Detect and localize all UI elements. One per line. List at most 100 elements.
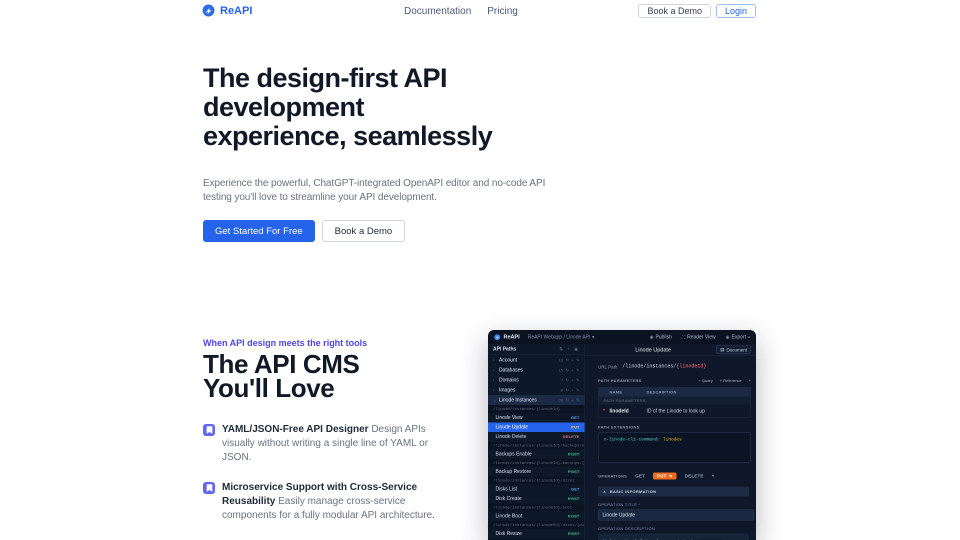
plus-icon: + — [571, 358, 573, 363]
chevron-right-icon: › — [493, 378, 497, 383]
hero-title: The design-first API development experie… — [203, 64, 492, 151]
folder-linode-instances: ⌄ Linode Instances 39↻+✎ — [488, 395, 585, 405]
plus-icon: + — [571, 378, 573, 383]
publish-button: ◉Publish — [650, 334, 672, 340]
header-actions: Book a Demo Login — [638, 4, 756, 18]
app-window: ReAPI ReAPI Webapp / Linode API ▾ ◉Publi… — [488, 330, 756, 540]
feature-text: YAML/JSON-Free API Designer Design APIs … — [222, 423, 459, 465]
endpoint-linode-delete: Linode DeleteDELETE — [488, 432, 585, 442]
login-button[interactable]: Login — [716, 4, 756, 18]
endpoint-path: /linode/instances/{linodeId}/backups/{ba… — [488, 459, 585, 467]
edit-icon: ✎ — [576, 398, 579, 403]
chevron-down-icon: ⌄ — [493, 398, 497, 403]
document-icon: ▤ — [720, 347, 724, 353]
operation-description-box: Updates a Linode that you have permissio… — [598, 534, 749, 540]
endpoint-disks-list: Disks ListGET — [488, 485, 585, 495]
get-started-button[interactable]: Get Started For Free — [203, 220, 315, 242]
add-query-button: + Query — [698, 379, 712, 384]
parameters-table: NAME DESCRIPTION PATH PARAMETERS * linod… — [598, 387, 751, 418]
hero-cta-group: Get Started For Free Book a Demo — [203, 220, 405, 242]
url-path-row: URL Path /linode/instances/{linodeId} — [598, 364, 751, 370]
endpoint-path: /linode/instances/{linodeId}/boot — [488, 504, 585, 512]
chevron-right-icon: › — [493, 368, 497, 373]
url-path-value: /linode/instances/{linodeId} — [622, 364, 706, 370]
brand-logo[interactable]: ReAPI — [202, 4, 252, 17]
bookmark-icon — [203, 424, 215, 436]
nav-pricing[interactable]: Pricing — [487, 6, 518, 17]
app-screenshot: ReAPI ReAPI Webapp / Linode API ▾ ◉Publi… — [488, 330, 756, 540]
nav-documentation[interactable]: Documentation — [404, 6, 471, 17]
operation-title-input: Linode Update — [598, 510, 754, 521]
chevron-up-icon: ∧ — [603, 489, 606, 494]
parameter-row-linodeid: * linodeId ID of the Linode to look up — [599, 405, 751, 418]
folder-domains: › Domains 7↻+✎ — [488, 375, 585, 385]
endpoint-path: /linode/instances/{linodeId} — [488, 405, 585, 413]
feature-list: YAML/JSON-Free API Designer Design APIs … — [203, 423, 459, 540]
header-nav: Documentation Pricing — [404, 6, 518, 17]
add-reference-button: + Reference — [720, 379, 742, 384]
path-extensions-label: PATH EXTENSIONS — [598, 425, 751, 430]
chevron-down-icon: ▾ — [748, 335, 750, 340]
operation-title-label: OPERATION TITLE * — [598, 503, 751, 508]
endpoint-editor-panel: Linode Update ▤Document URL Path /linode… — [585, 344, 756, 540]
chevron-down-icon: ▾ — [592, 334, 595, 340]
app-brand: ReAPI — [494, 334, 520, 341]
api-paths-sidebar: API Paths ⇅ + ◉ › Account 19↻+✎ › Databa… — [488, 344, 585, 540]
path-extensions-code: x-linode-cli-command: linodes — [598, 433, 751, 463]
plus-icon: + — [571, 388, 573, 393]
table-header: NAME DESCRIPTION — [599, 388, 751, 397]
endpoint-linode-view: Linode ViewGET — [488, 413, 585, 423]
editor-title: Linode Update — [590, 347, 716, 353]
chevron-right-icon: › — [493, 388, 497, 393]
endpoint-disk-create: Disk CreatePOST — [488, 494, 585, 504]
add-more-button: + — [749, 379, 751, 384]
edit-icon: ✎ — [576, 358, 579, 363]
plus-icon: + — [571, 398, 573, 403]
endpoint-backups-enable: Backups EnablePOST — [488, 450, 585, 460]
url-path-label: URL Path — [598, 364, 617, 369]
edit-icon: ✎ — [576, 388, 579, 393]
required-marker: * — [638, 503, 640, 508]
bookmark-icon — [203, 482, 215, 494]
section-eyebrow: When API design meets the right tools — [203, 338, 367, 348]
endpoint-path: /linode/instances/{linodeId}/backups/ena… — [488, 442, 585, 450]
folder-images: › Images 8↻+✎ — [488, 385, 585, 395]
export-icon: ◉ — [726, 334, 730, 340]
endpoint-linode-boot: Linode BootPOST — [488, 512, 585, 522]
hero-subtitle: Experience the powerful, ChatGPT-integra… — [203, 177, 545, 205]
tab-add-operation: + — [712, 474, 715, 479]
export-button: ◉Export ▾ — [726, 334, 750, 340]
folder-databases: › Databases 15↻+✎ — [488, 365, 585, 375]
edit-icon: ✎ — [669, 474, 673, 479]
book-demo-button[interactable]: Book a Demo — [638, 4, 711, 18]
app-brand-name: ReAPI — [504, 334, 520, 340]
hero-book-demo-button[interactable]: Book a Demo — [322, 220, 406, 242]
endpoint-disk-resize: Disk ResizePOST — [488, 529, 585, 539]
edit-icon: ✎ — [576, 378, 579, 383]
endpoint-path: /linode/instances/{linodeId}/disks/{disk… — [488, 521, 585, 529]
endpoint-path: /linode/instances/{linodeId}/disks — [488, 477, 585, 485]
section-heading: The API CMS You'll Love — [203, 352, 359, 400]
path-parameters-header: PATH PARAMETERS + Query + Reference + — [598, 379, 751, 384]
operation-description-label: OPERATION DESCRIPTION — [598, 527, 751, 532]
sidebar-title: API Paths — [493, 347, 516, 353]
sidebar-toolbar-icons: ⇅ + ◉ — [559, 347, 579, 353]
brand-name: ReAPI — [220, 5, 252, 17]
editor-header: Linode Update ▤Document — [585, 344, 756, 356]
document-button: ▤Document — [716, 346, 751, 355]
feature-text: Microservice Support with Cross-Service … — [222, 481, 459, 523]
refresh-icon: ↻ — [565, 358, 568, 363]
tab-get: GET — [635, 474, 645, 479]
app-topbar: ReAPI ReAPI Webapp / Linode API ▾ ◉Publi… — [488, 330, 756, 344]
feature-title: YAML/JSON-Free API Designer — [222, 424, 369, 435]
tab-put: PUT✎ — [653, 473, 677, 480]
endpoint-linode-update: Linode UpdatePUT — [488, 423, 585, 433]
basic-information-section: ∧ BASIC INFORMATION — [598, 487, 749, 497]
landing-page: ReAPI Documentation Pricing Book a Demo … — [0, 0, 960, 540]
table-group-row: PATH PARAMETERS — [599, 397, 751, 405]
feature-item-microservice: Microservice Support with Cross-Service … — [203, 481, 459, 523]
reader-view-icon: ⛶ — [682, 334, 685, 340]
edit-icon: ✎ — [576, 368, 579, 373]
refresh-icon: ↻ — [565, 378, 568, 383]
reapi-logo-icon — [202, 4, 215, 17]
